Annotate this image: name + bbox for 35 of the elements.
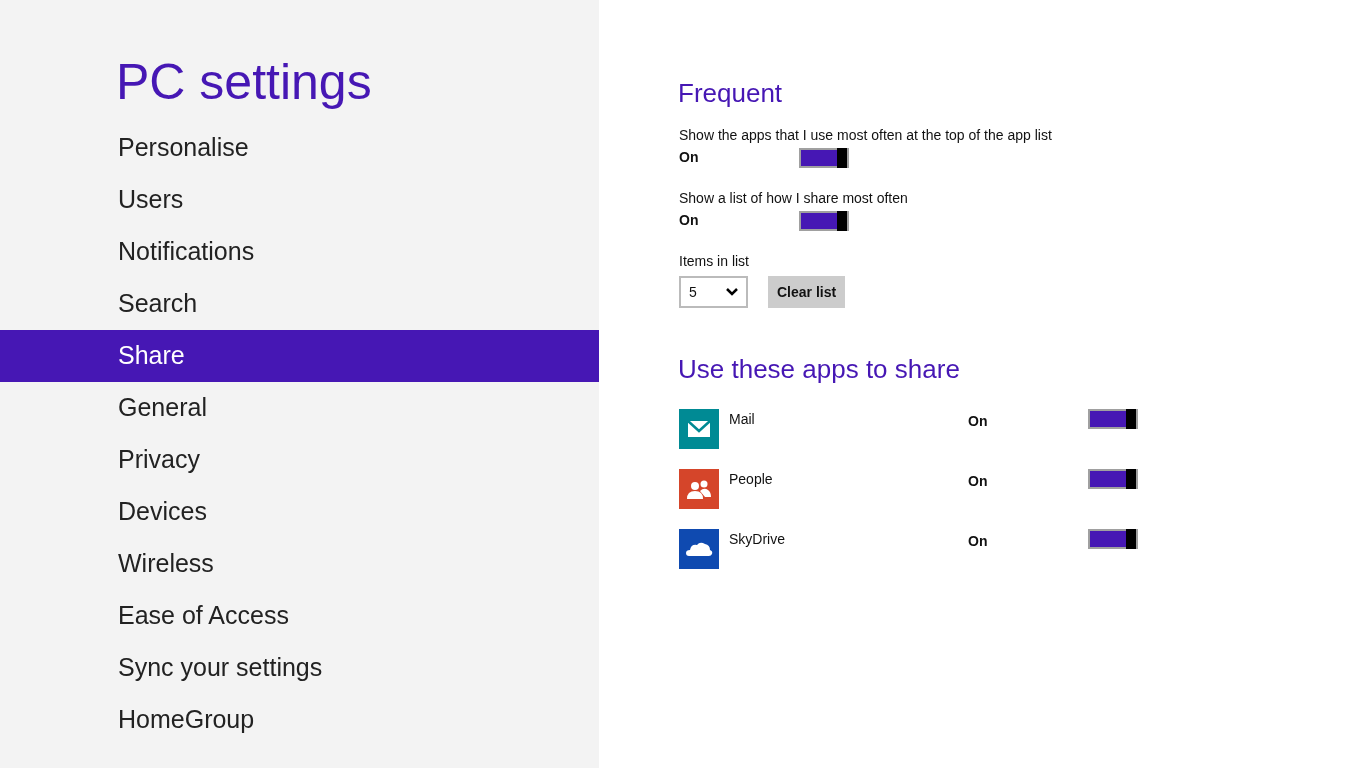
- setting-label: Show a list of how I share most often: [679, 189, 909, 208]
- sidebar-item[interactable]: Devices: [0, 486, 599, 538]
- toggle-switch[interactable]: [1088, 529, 1138, 549]
- toggle-state: On: [679, 148, 700, 167]
- sidebar-item[interactable]: Ease of Access: [0, 590, 599, 642]
- setting-label: Show the apps that I use most often at the top of the app list: [679, 126, 1053, 145]
- sidebar-item[interactable]: Wireless: [0, 538, 599, 590]
- app-name: Mail: [729, 410, 756, 429]
- sidebar-item[interactable]: Users: [0, 174, 599, 226]
- sidebar-item[interactable]: Personalise: [0, 122, 599, 174]
- items-dropdown[interactable]: 5: [679, 276, 748, 308]
- sidebar-item[interactable]: HomeGroup: [0, 694, 599, 746]
- toggle-state: On: [968, 412, 989, 431]
- toggle-state: On: [679, 211, 700, 230]
- sidebar-item[interactable]: General: [0, 382, 599, 434]
- app-name: People: [729, 470, 774, 489]
- toggle-switch[interactable]: [1088, 409, 1138, 429]
- sidebar-item[interactable]: Privacy: [0, 434, 599, 486]
- section-heading: Frequent: [678, 77, 784, 110]
- toggle-switch[interactable]: [799, 210, 849, 231]
- sidebar-item[interactable]: Sync your settings: [0, 642, 599, 694]
- dropdown-value: 5: [689, 282, 697, 302]
- sidebar-item[interactable]: Notifications: [0, 226, 599, 278]
- page-title: PC settings: [115, 53, 373, 112]
- clear-list-button[interactable]: Clear list: [768, 276, 846, 308]
- app-name: SkyDrive: [729, 530, 786, 549]
- toggle-state: On: [968, 532, 989, 551]
- toggle-state: On: [968, 472, 989, 491]
- toggle-switch[interactable]: [799, 147, 849, 168]
- chevron-down-icon: [726, 288, 738, 296]
- setting-label: Items in list: [678, 252, 750, 271]
- section-heading: Use these apps to share: [678, 353, 961, 386]
- sidebar-item[interactable]: Search: [0, 278, 599, 330]
- toggle-switch[interactable]: [1088, 469, 1138, 489]
- sidebar-item[interactable]: Share: [0, 330, 599, 382]
